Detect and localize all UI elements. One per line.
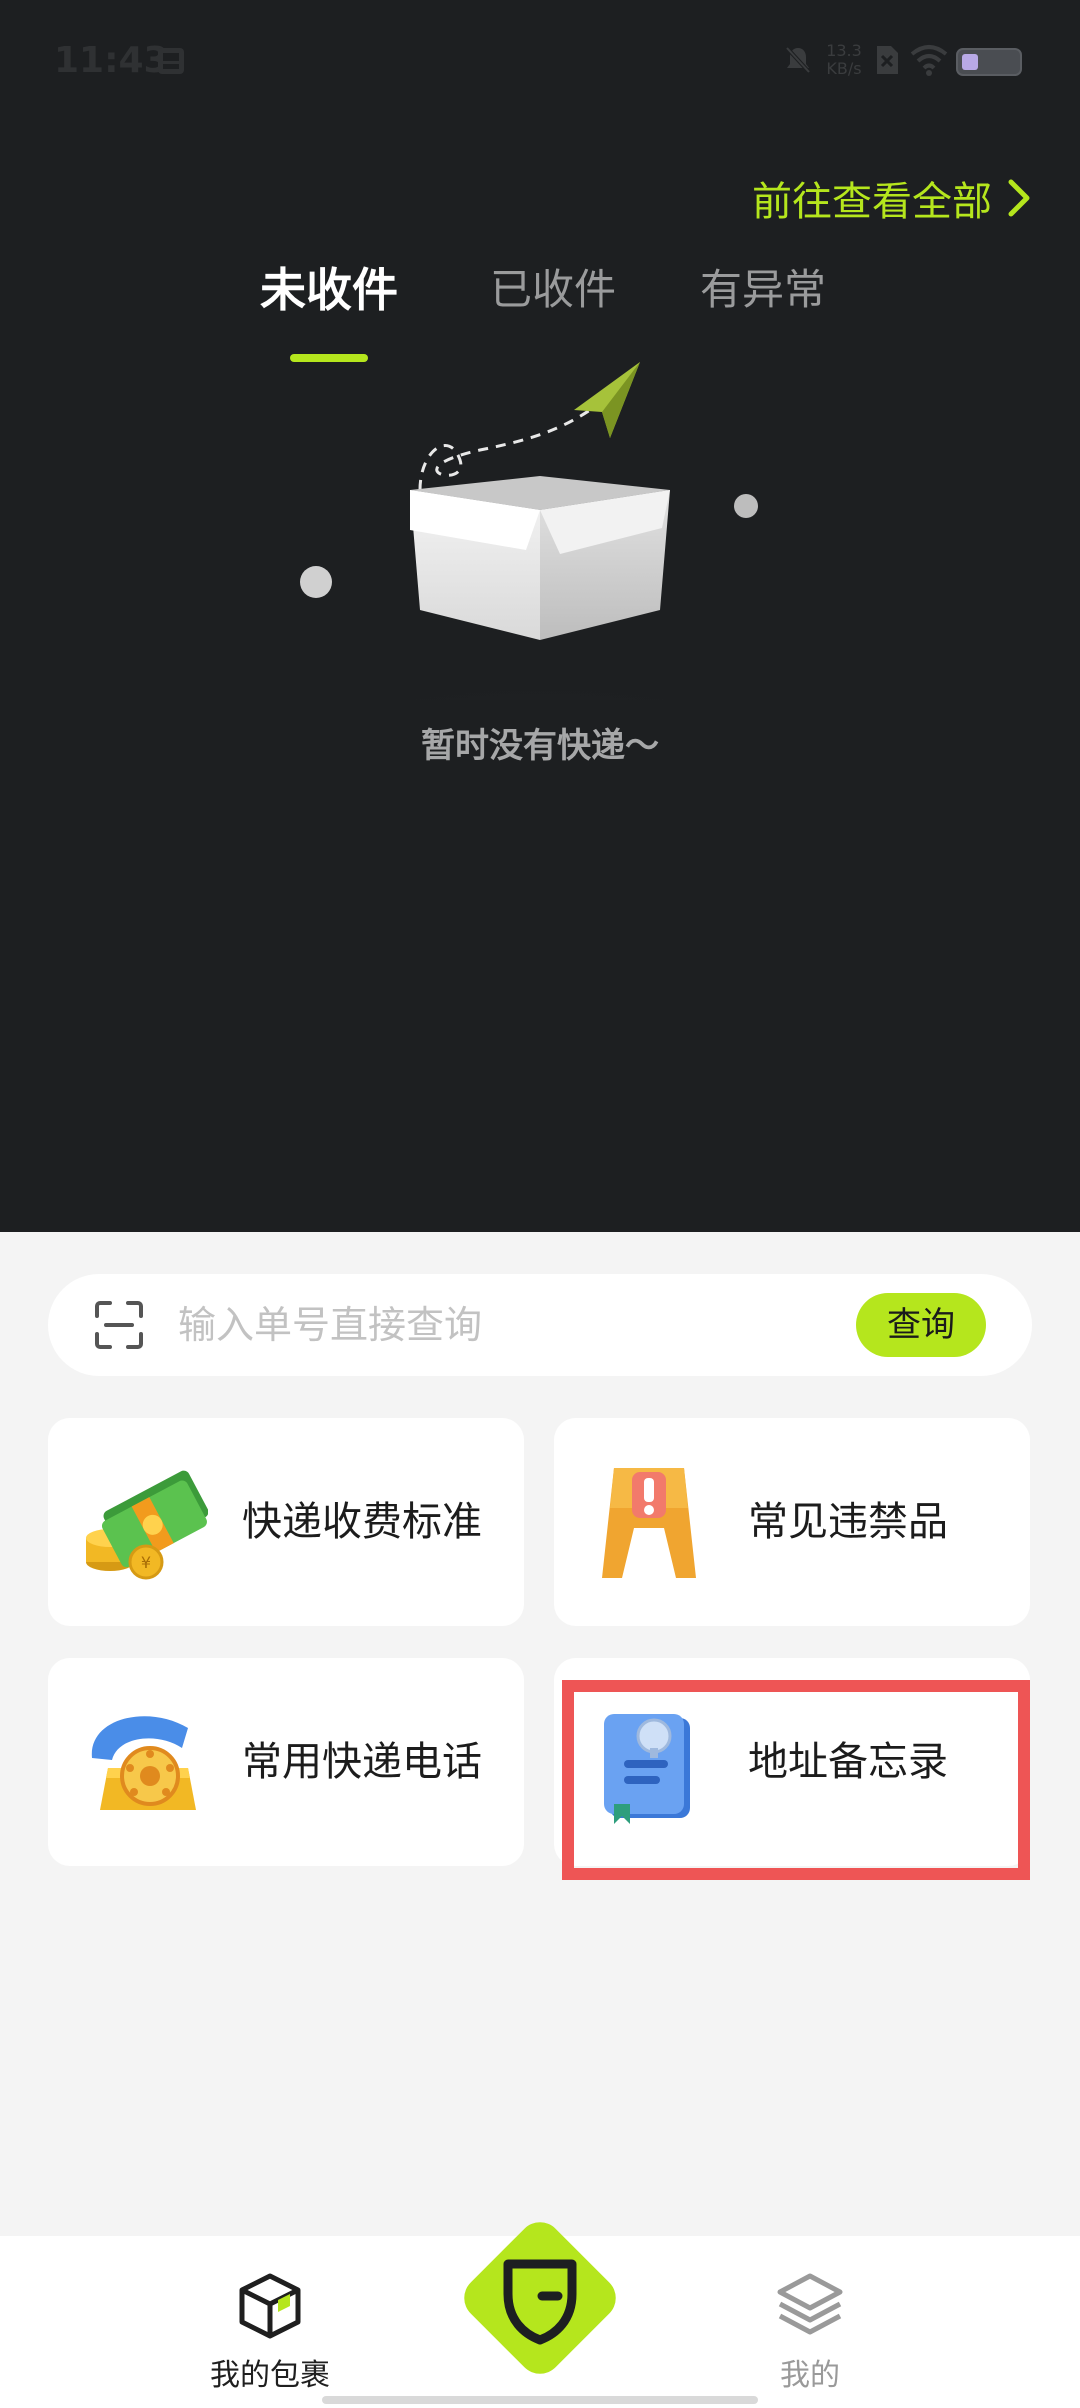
center-shield-button[interactable]	[440, 2198, 640, 2398]
empty-message: 暂时没有快递～	[421, 726, 659, 766]
tab-exception[interactable]: 有异常	[700, 258, 826, 322]
card-address-memo[interactable]: 地址备忘录	[554, 1658, 1030, 1866]
home-indicator	[322, 2396, 758, 2404]
card-label: 地址备忘录	[748, 1739, 948, 1785]
card-label: 快递收费标准	[242, 1499, 482, 1545]
warning-sign-icon	[602, 1468, 696, 1578]
tab-unreceived[interactable]: 未收件	[260, 258, 398, 322]
card-label: 常用快递电话	[242, 1739, 482, 1785]
view-all-label: 前往查看全部	[752, 179, 992, 225]
status-bar: 11:43 13.3 KB/s	[0, 0, 1080, 120]
empty-box-illustration	[240, 362, 840, 700]
address-book-icon	[604, 1714, 690, 1824]
tracking-number-input[interactable]	[178, 1292, 838, 1358]
card-label: 常见违禁品	[748, 1499, 948, 1545]
card-prohibited-items[interactable]: 常见违禁品	[554, 1418, 1030, 1626]
tab-received[interactable]: 已收件	[490, 258, 616, 322]
status-time: 11:43	[54, 40, 169, 81]
telephone-icon	[91, 1716, 196, 1810]
screenshot-notification-icon	[158, 48, 184, 74]
query-button[interactable]: 查询	[856, 1293, 986, 1357]
sim-icon	[877, 46, 898, 74]
nav-mine[interactable]: 我的	[710, 2268, 910, 2394]
view-all-link[interactable]: 前往查看全部	[752, 168, 1032, 228]
package-icon	[239, 2273, 301, 2339]
wifi-icon	[910, 45, 948, 76]
scan-icon[interactable]	[94, 1300, 144, 1350]
nav-label: 我的	[780, 2358, 840, 2393]
battery-icon	[956, 48, 1022, 76]
layers-icon	[777, 2273, 843, 2335]
card-courier-phones[interactable]: 常用快递电话	[48, 1658, 524, 1866]
svg-text:¥: ¥	[141, 1553, 151, 1572]
net-speed: 13.3 KB/s	[822, 42, 866, 78]
net-speed-unit: KB/s	[826, 59, 862, 78]
top-panel: 11:43 13.3 KB/s 前往查看全部 未收件 已收件 有异常 暂时没有快…	[0, 0, 1080, 1232]
money-icon: ¥	[86, 1470, 208, 1580]
card-shipping-fees[interactable]: ¥ 快递收费标准	[48, 1418, 524, 1626]
nav-label: 我的包裹	[210, 2358, 330, 2393]
tracking-search-bar: 查询	[48, 1274, 1032, 1376]
mute-bell-icon	[785, 46, 811, 74]
net-speed-value: 13.3	[826, 41, 862, 60]
chevron-right-icon	[1008, 179, 1030, 217]
nav-my-packages[interactable]: 我的包裹	[170, 2268, 370, 2394]
